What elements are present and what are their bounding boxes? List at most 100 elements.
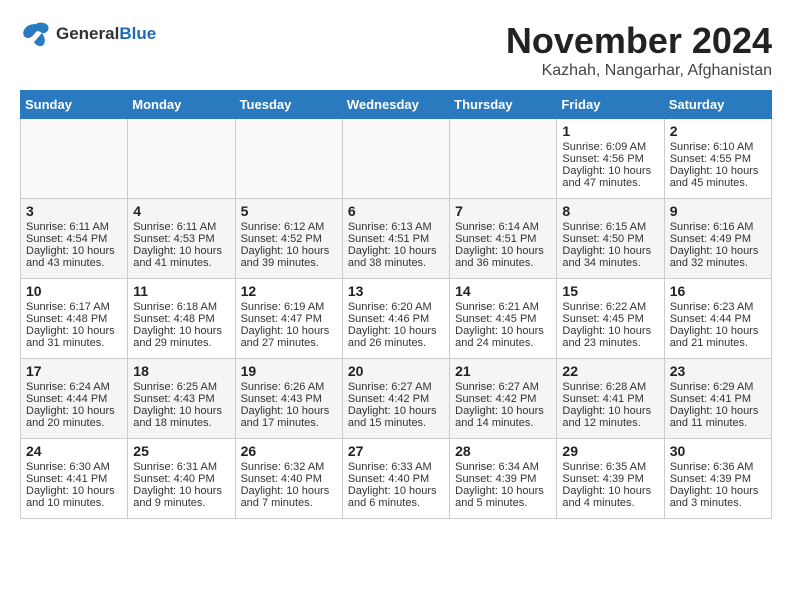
cell-content: Sunset: 4:41 PM — [562, 393, 658, 405]
week-row-5: 24Sunrise: 6:30 AMSunset: 4:41 PMDayligh… — [21, 439, 772, 519]
cell-content: and 12 minutes. — [562, 417, 658, 429]
cell-content: Daylight: 10 hours — [348, 245, 444, 257]
cell-content: Sunset: 4:51 PM — [455, 233, 551, 245]
cell-content: and 3 minutes. — [670, 497, 766, 509]
cell-content: and 26 minutes. — [348, 337, 444, 349]
cell-content: Sunrise: 6:13 AM — [348, 221, 444, 233]
cell-content: Sunrise: 6:28 AM — [562, 381, 658, 393]
cell-content: Daylight: 10 hours — [455, 485, 551, 497]
calendar-cell: 10Sunrise: 6:17 AMSunset: 4:48 PMDayligh… — [21, 279, 128, 359]
cell-content: Daylight: 10 hours — [26, 245, 122, 257]
cell-content: Sunset: 4:39 PM — [562, 473, 658, 485]
calendar-cell — [21, 119, 128, 199]
day-number: 11 — [133, 283, 229, 299]
page-container: GeneralBlue November 2024 Kazhah, Nangar… — [20, 20, 772, 519]
day-number: 26 — [241, 443, 337, 459]
cell-content: Daylight: 10 hours — [133, 485, 229, 497]
logo: GeneralBlue — [20, 20, 156, 48]
calendar-cell — [235, 119, 342, 199]
cell-content: Sunset: 4:54 PM — [26, 233, 122, 245]
cell-content: Sunrise: 6:33 AM — [348, 461, 444, 473]
calendar-cell: 17Sunrise: 6:24 AMSunset: 4:44 PMDayligh… — [21, 359, 128, 439]
cell-content: Sunrise: 6:20 AM — [348, 301, 444, 313]
day-number: 22 — [562, 363, 658, 379]
cell-content: Sunrise: 6:34 AM — [455, 461, 551, 473]
day-number: 23 — [670, 363, 766, 379]
week-row-4: 17Sunrise: 6:24 AMSunset: 4:44 PMDayligh… — [21, 359, 772, 439]
calendar-cell: 25Sunrise: 6:31 AMSunset: 4:40 PMDayligh… — [128, 439, 235, 519]
cell-content: Sunrise: 6:24 AM — [26, 381, 122, 393]
month-title: November 2024 — [506, 20, 772, 62]
cell-content: Sunset: 4:50 PM — [562, 233, 658, 245]
calendar-cell: 1Sunrise: 6:09 AMSunset: 4:56 PMDaylight… — [557, 119, 664, 199]
cell-content: Daylight: 10 hours — [26, 485, 122, 497]
day-number: 15 — [562, 283, 658, 299]
day-number: 20 — [348, 363, 444, 379]
calendar-cell: 28Sunrise: 6:34 AMSunset: 4:39 PMDayligh… — [450, 439, 557, 519]
calendar-cell: 9Sunrise: 6:16 AMSunset: 4:49 PMDaylight… — [664, 199, 771, 279]
logo-text: GeneralBlue — [56, 24, 156, 44]
day-number: 24 — [26, 443, 122, 459]
cell-content: Daylight: 10 hours — [241, 485, 337, 497]
cell-content: Daylight: 10 hours — [348, 485, 444, 497]
cell-content: and 10 minutes. — [26, 497, 122, 509]
day-number: 25 — [133, 443, 229, 459]
cell-content: Daylight: 10 hours — [241, 405, 337, 417]
cell-content: Daylight: 10 hours — [26, 405, 122, 417]
cell-content: Daylight: 10 hours — [348, 325, 444, 337]
cell-content: Daylight: 10 hours — [455, 245, 551, 257]
cell-content: Sunset: 4:44 PM — [670, 313, 766, 325]
cell-content: and 32 minutes. — [670, 257, 766, 269]
cell-content: Sunset: 4:53 PM — [133, 233, 229, 245]
cell-content: Sunrise: 6:21 AM — [455, 301, 551, 313]
cell-content: and 14 minutes. — [455, 417, 551, 429]
calendar-cell: 14Sunrise: 6:21 AMSunset: 4:45 PMDayligh… — [450, 279, 557, 359]
day-number: 4 — [133, 203, 229, 219]
cell-content: Sunrise: 6:29 AM — [670, 381, 766, 393]
calendar-cell: 27Sunrise: 6:33 AMSunset: 4:40 PMDayligh… — [342, 439, 449, 519]
cell-content: Sunrise: 6:27 AM — [348, 381, 444, 393]
cell-content: Daylight: 10 hours — [562, 325, 658, 337]
cell-content: Daylight: 10 hours — [562, 485, 658, 497]
cell-content: Sunset: 4:48 PM — [133, 313, 229, 325]
cell-content: Sunset: 4:40 PM — [241, 473, 337, 485]
cell-content: Sunrise: 6:12 AM — [241, 221, 337, 233]
cell-content: Daylight: 10 hours — [670, 405, 766, 417]
cell-content: Sunset: 4:45 PM — [455, 313, 551, 325]
day-number: 12 — [241, 283, 337, 299]
cell-content: Daylight: 10 hours — [455, 325, 551, 337]
cell-content: Sunrise: 6:11 AM — [133, 221, 229, 233]
cell-content: Sunset: 4:55 PM — [670, 153, 766, 165]
calendar-cell: 18Sunrise: 6:25 AMSunset: 4:43 PMDayligh… — [128, 359, 235, 439]
cell-content: Sunrise: 6:17 AM — [26, 301, 122, 313]
cell-content: Daylight: 10 hours — [133, 325, 229, 337]
cell-content: Sunrise: 6:09 AM — [562, 141, 658, 153]
cell-content: and 27 minutes. — [241, 337, 337, 349]
day-number: 29 — [562, 443, 658, 459]
header-cell-saturday: Saturday — [664, 91, 771, 119]
cell-content: Sunrise: 6:14 AM — [455, 221, 551, 233]
day-number: 8 — [562, 203, 658, 219]
cell-content: and 45 minutes. — [670, 177, 766, 189]
cell-content: and 43 minutes. — [26, 257, 122, 269]
logo-icon — [20, 20, 52, 48]
title-area: November 2024 Kazhah, Nangarhar, Afghani… — [506, 20, 772, 80]
cell-content: Sunrise: 6:10 AM — [670, 141, 766, 153]
day-number: 28 — [455, 443, 551, 459]
cell-content: and 41 minutes. — [133, 257, 229, 269]
cell-content: Daylight: 10 hours — [26, 325, 122, 337]
cell-content: Sunrise: 6:15 AM — [562, 221, 658, 233]
day-number: 9 — [670, 203, 766, 219]
calendar-cell: 21Sunrise: 6:27 AMSunset: 4:42 PMDayligh… — [450, 359, 557, 439]
cell-content: and 15 minutes. — [348, 417, 444, 429]
cell-content: Sunset: 4:41 PM — [26, 473, 122, 485]
cell-content: Daylight: 10 hours — [241, 325, 337, 337]
cell-content: Sunrise: 6:30 AM — [26, 461, 122, 473]
day-number: 3 — [26, 203, 122, 219]
cell-content: and 5 minutes. — [455, 497, 551, 509]
cell-content: Sunset: 4:45 PM — [562, 313, 658, 325]
day-number: 30 — [670, 443, 766, 459]
calendar-cell — [450, 119, 557, 199]
header-cell-tuesday: Tuesday — [235, 91, 342, 119]
calendar-cell: 22Sunrise: 6:28 AMSunset: 4:41 PMDayligh… — [557, 359, 664, 439]
